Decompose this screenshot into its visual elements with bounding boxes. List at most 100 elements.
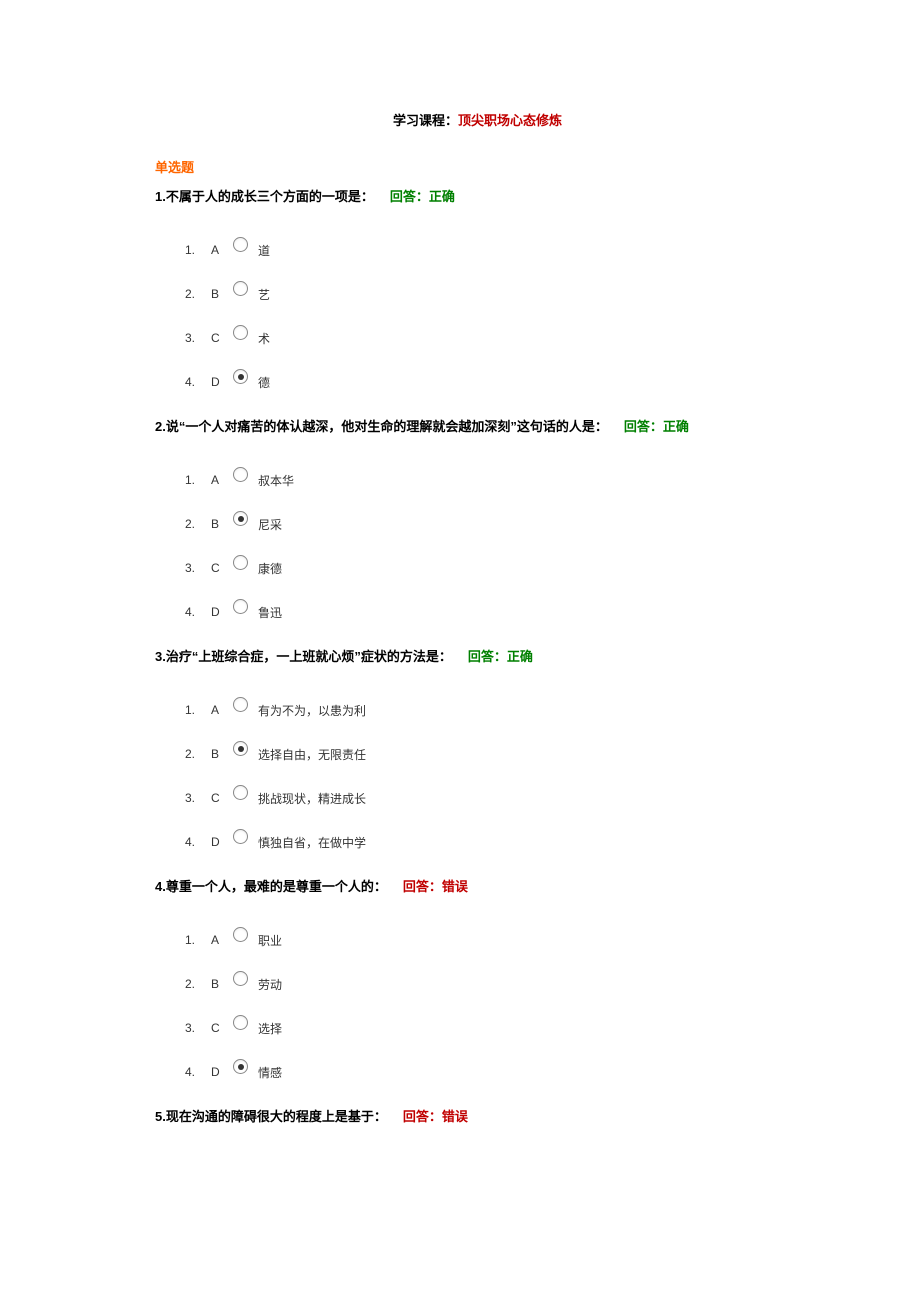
question-1: 1.不属于人的成长三个方面的一项是：回答：正确 1.A道 2.B艺 3. C 术 4. D 德 <box>155 186 800 392</box>
option-row: 4.D情感 <box>185 1062 800 1082</box>
option-letter: D <box>211 835 229 849</box>
radio-button[interactable] <box>233 599 248 619</box>
question-text: 3.治疗“上班综合症，一上班就心烦”症状的方法是：回答：正确 <box>155 646 800 665</box>
option-letter: D <box>211 375 229 389</box>
section-title: 单选题 <box>155 157 800 176</box>
options-list: 1.A叔本华2.B尼采3.C康德4.D鲁迅 <box>155 470 800 622</box>
option-number: 2. <box>185 517 205 531</box>
option-text: 康德 <box>258 560 282 577</box>
option-text: 道 <box>258 242 270 259</box>
radio-icon <box>233 467 248 482</box>
radio-button[interactable] <box>233 971 248 991</box>
option-row: 2.B艺 <box>185 284 800 304</box>
question-4: 4.尊重一个人，最难的是尊重一个人的：回答：错误1.A职业2.B劳动3.C选择4… <box>155 876 800 1082</box>
answer-status: 回答：正确 <box>468 649 533 664</box>
answer-result: 正确 <box>429 189 455 204</box>
radio-button[interactable] <box>233 697 248 717</box>
option-row: 3. C 康德 <box>185 558 800 578</box>
option-letter: C <box>211 561 229 575</box>
radio-button[interactable] <box>233 785 248 805</box>
option-row: 2.B劳动 <box>185 974 800 994</box>
option-row: 4. D 德 <box>185 372 800 392</box>
answer-label: 回答： <box>403 879 442 894</box>
radio-button[interactable] <box>233 325 248 345</box>
option-row: 1.A叔本华 <box>185 470 800 490</box>
radio-button[interactable] <box>233 1015 248 1035</box>
question-number: 1. <box>155 189 166 204</box>
radio-icon <box>233 1015 248 1030</box>
question-5: 5.现在沟通的障碍很大的程度上是基于：回答：错误 <box>155 1106 800 1125</box>
answer-label: 回答： <box>468 649 507 664</box>
option-letter: C <box>211 791 229 805</box>
option-number: 4. <box>185 1065 205 1079</box>
question-number: 5. <box>155 1109 166 1124</box>
question-text: 2.说“一个人对痛苦的体认越深，他对生命的理解就会越加深刻”这句话的人是：回答：… <box>155 416 800 435</box>
question-3: 3.治疗“上班综合症，一上班就心烦”症状的方法是：回答：正确 1.A有为不为，以患… <box>155 646 800 852</box>
question-2: 2.说“一个人对痛苦的体认越深，他对生命的理解就会越加深刻”这句话的人是：回答：… <box>155 416 800 622</box>
radio-button[interactable] <box>233 237 248 257</box>
option-text: 职业 <box>258 932 282 949</box>
option-number: 1. <box>185 473 205 487</box>
radio-icon <box>233 325 248 340</box>
option-letter: B <box>211 287 229 301</box>
radio-icon <box>233 829 248 844</box>
radio-button[interactable] <box>233 741 248 761</box>
radio-icon <box>233 369 248 384</box>
answer-result: 错误 <box>442 1109 468 1124</box>
course-title: 学习课程：顶尖职场心态修炼 <box>155 110 800 129</box>
option-letter: B <box>211 747 229 761</box>
radio-button[interactable] <box>233 467 248 487</box>
radio-icon <box>233 1059 248 1074</box>
course-title-label: 学习课程： <box>393 113 458 128</box>
option-text: 德 <box>258 374 270 391</box>
option-number: 1. <box>185 933 205 947</box>
answer-result: 正确 <box>663 419 689 434</box>
questions-container: 1.不属于人的成长三个方面的一项是：回答：正确1.A道2.B艺3.C术4.D德2… <box>155 186 800 1125</box>
option-letter: B <box>211 517 229 531</box>
option-row: 2.B选择自由，无限责任 <box>185 744 800 764</box>
option-letter: A <box>211 703 229 717</box>
answer-result: 正确 <box>507 649 533 664</box>
answer-status: 回答：错误 <box>403 879 468 894</box>
answer-status: 回答：错误 <box>403 1109 468 1124</box>
radio-icon <box>233 697 248 712</box>
option-letter: D <box>211 605 229 619</box>
option-number: 3. <box>185 561 205 575</box>
radio-button[interactable] <box>233 511 248 531</box>
answer-status: 回答：正确 <box>390 189 455 204</box>
radio-button[interactable] <box>233 1059 248 1079</box>
radio-button[interactable] <box>233 281 248 301</box>
option-number: 4. <box>185 375 205 389</box>
question-prompt: 尊重一个人，最难的是尊重一个人的： <box>166 879 387 894</box>
answer-status: 回答：正确 <box>624 419 689 434</box>
option-row: 3. C 术 <box>185 328 800 348</box>
radio-button[interactable] <box>233 369 248 389</box>
question-text: 1.不属于人的成长三个方面的一项是：回答：正确 <box>155 186 800 205</box>
option-number: 3. <box>185 1021 205 1035</box>
option-letter: C <box>211 331 229 345</box>
radio-icon <box>233 237 248 252</box>
option-text: 尼采 <box>258 516 282 533</box>
option-row: 3. C 挑战现状，精进成长 <box>185 788 800 808</box>
option-row: 1. A 职业 <box>185 930 800 950</box>
option-row: 1.A有为不为，以患为利 <box>185 700 800 720</box>
option-text: 术 <box>258 330 270 347</box>
option-text: 挑战现状，精进成长 <box>258 790 366 807</box>
option-number: 3. <box>185 791 205 805</box>
option-letter: A <box>211 473 229 487</box>
answer-result: 错误 <box>442 879 468 894</box>
document-content: 学习课程：顶尖职场心态修炼 单选题 1.不属于人的成长三个方面的一项是：回答：正… <box>0 0 920 1200</box>
option-number: 3. <box>185 331 205 345</box>
radio-icon <box>233 971 248 986</box>
radio-button[interactable] <box>233 555 248 575</box>
option-letter: A <box>211 933 229 947</box>
radio-icon <box>233 599 248 614</box>
option-row: 1.A道 <box>185 240 800 260</box>
question-text: 5.现在沟通的障碍很大的程度上是基于：回答：错误 <box>155 1106 800 1125</box>
option-text: 选择 <box>258 1020 282 1037</box>
radio-icon <box>233 927 248 942</box>
radio-button[interactable] <box>233 927 248 947</box>
course-title-name: 顶尖职场心态修炼 <box>458 113 562 128</box>
radio-button[interactable] <box>233 829 248 849</box>
radio-icon <box>233 281 248 296</box>
